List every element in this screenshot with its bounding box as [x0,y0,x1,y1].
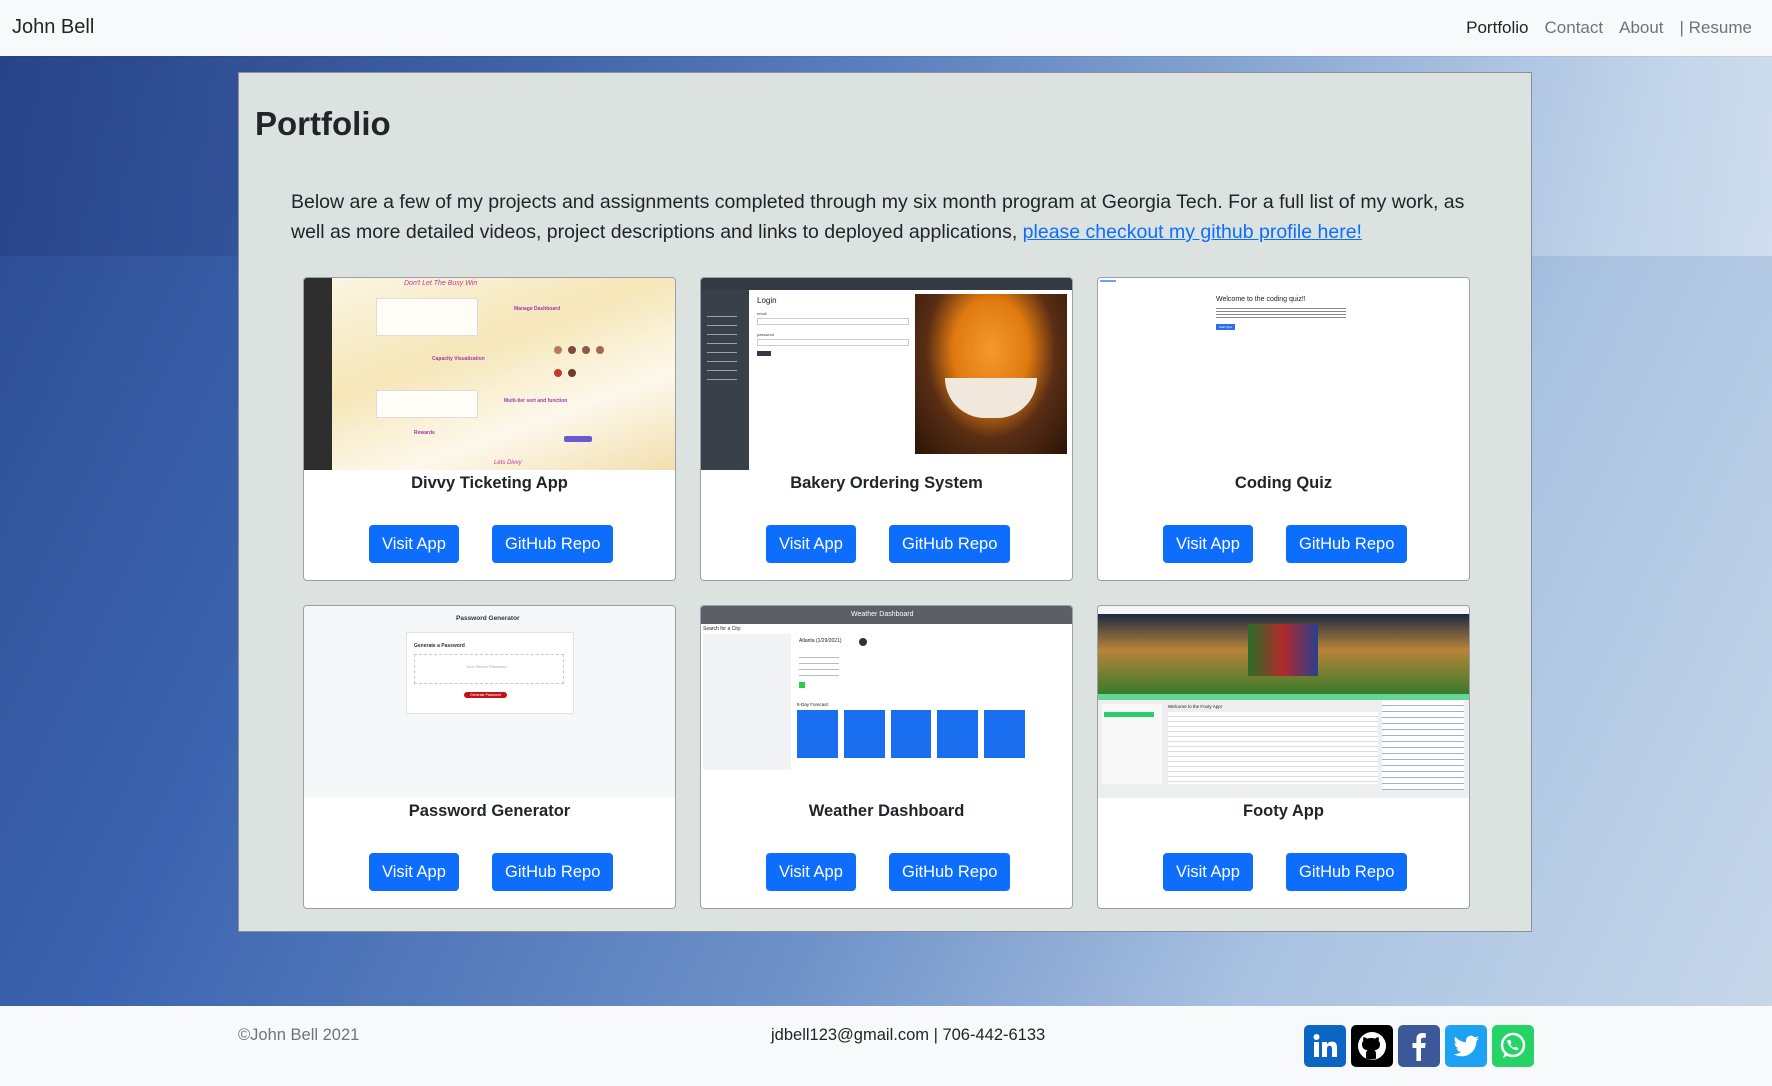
nav-link-about[interactable]: About [1619,18,1663,38]
divvy-thumb-line: Rewards [414,430,435,436]
pw-thumb-line: Generate a Password [414,643,465,649]
project-card-coding-quiz: Welcome to the coding quiz!! Start Quiz … [1097,277,1470,581]
footer: ©John Bell 2021 jdbell123@gmail.com | 70… [0,1006,1772,1086]
project-title: Bakery Ordering System [790,474,983,492]
divvy-thumbnail: Don't Let The Busy Win Manage Dashboard … [304,278,675,470]
github-profile-link[interactable]: please checkout my github profile here! [1023,221,1362,243]
bakery-thumb-login: Login [757,296,777,305]
weather-thumb-heading: Weather Dashboard [851,611,914,618]
divvy-thumb-heading: Don't Let The Busy Win [404,280,478,287]
github-repo-button[interactable]: GitHub Repo [492,525,614,563]
pw-thumb-heading: Password Generator [456,615,520,622]
weather-thumb-line: Atlanta (1/29/2021) [799,638,842,644]
weather-thumb-line: Search for a City: [703,626,742,632]
quiz-thumb-start: Start Quiz [1216,324,1236,330]
facebook-icon[interactable] [1398,1025,1440,1067]
project-title: Divvy Ticketing App [411,474,568,492]
page-title: Portfolio [255,105,391,142]
github-repo-button[interactable]: GitHub Repo [492,853,614,891]
copyright-text: ©John Bell 2021 [238,1026,360,1044]
coding-quiz-thumbnail: Welcome to the coding quiz!! Start Quiz [1098,278,1469,470]
visit-app-button[interactable]: Visit App [369,853,459,891]
project-card-weather-dashboard: Weather Dashboard Search for a City: Atl… [700,605,1073,909]
github-icon[interactable] [1351,1025,1393,1067]
project-card-footy-app: Welcome to the Footy App! Footy App Visi… [1097,605,1470,909]
nav-link-contact[interactable]: Contact [1545,18,1604,38]
github-repo-button[interactable]: GitHub Repo [1286,853,1408,891]
navbar: John Bell Portfolio Contact About | Resu… [0,0,1772,56]
project-title: Coding Quiz [1234,474,1333,492]
project-card-divvy: Don't Let The Busy Win Manage Dashboard … [303,277,676,581]
project-title: Footy App [1243,802,1324,820]
divvy-thumb-line: Capacity Visualization [432,356,485,362]
visit-app-button[interactable]: Visit App [1163,525,1253,563]
visit-app-button[interactable]: Visit App [766,853,856,891]
project-title: Weather Dashboard [808,802,965,820]
bakery-thumb-line: email [757,311,767,316]
visit-app-button[interactable]: Visit App [369,525,459,563]
visit-app-button[interactable]: Visit App [766,525,856,563]
github-repo-button[interactable]: GitHub Repo [1286,525,1408,563]
bakery-thumbnail: Login email password [701,278,1072,470]
nav-links: Portfolio Contact About | Resume [1466,18,1752,38]
password-generator-thumbnail: Password Generator Generate a Password Y… [304,606,675,798]
project-card-password-generator: Password Generator Generate a Password Y… [303,605,676,909]
whatsapp-icon[interactable] [1492,1025,1534,1067]
contact-info: jdbell123@gmail.com | 706-442-6133 [771,1026,1046,1044]
divvy-thumb-line: Manage Dashboard [514,306,561,312]
project-title: Password Generator [408,802,571,820]
nav-link-portfolio[interactable]: Portfolio [1466,18,1528,38]
project-card-bakery: Login email password Bakery Ordering Sys… [700,277,1073,581]
pw-thumb-button: Generate Password [464,692,507,698]
visit-app-button[interactable]: Visit App [1163,853,1253,891]
divvy-thumb-line: Multi-tier sort and function [504,398,568,404]
pw-thumb-line: Your Secure Password [466,664,507,669]
twitter-icon[interactable] [1445,1025,1487,1067]
github-repo-button[interactable]: GitHub Repo [889,525,1011,563]
linkedin-icon[interactable] [1304,1025,1346,1067]
social-links [1304,1025,1534,1067]
nav-link-resume[interactable]: | Resume [1680,18,1752,38]
weather-dashboard-thumbnail: Weather Dashboard Search for a City: Atl… [701,606,1072,798]
intro-paragraph: Below are a few of my projects and assig… [291,187,1491,247]
footy-thumb-heading: Welcome to the Footy App! [1168,704,1222,709]
portfolio-panel: Portfolio Below are a few of my projects… [238,72,1532,932]
brand-name[interactable]: John Bell [12,16,94,39]
footy-app-thumbnail: Welcome to the Footy App! [1098,606,1469,798]
github-repo-button[interactable]: GitHub Repo [889,853,1011,891]
weather-thumb-line: 5-Day Forecast: [797,702,830,707]
bakery-thumb-line: password [757,332,775,337]
quiz-thumb-heading: Welcome to the coding quiz!! [1216,296,1306,303]
divvy-thumb-line: Lets Divvy [494,460,522,466]
